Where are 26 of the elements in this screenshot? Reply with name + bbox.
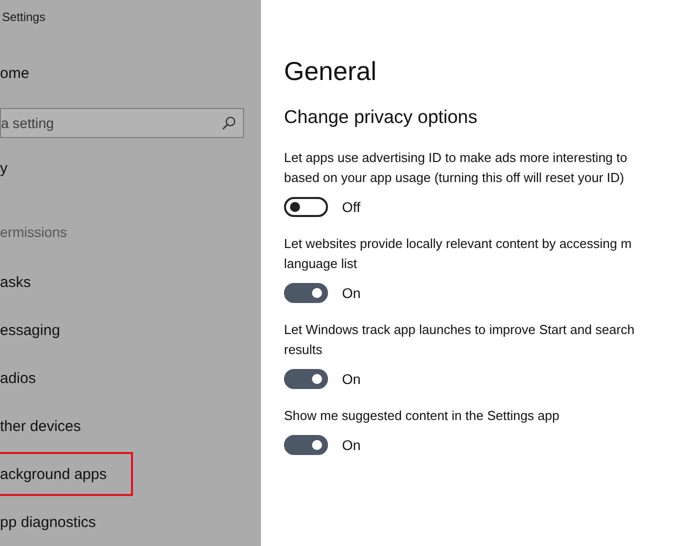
- toggle-state: On: [342, 371, 361, 387]
- page-title: General: [284, 56, 378, 88]
- nav-item[interactable]: pp diagnostics: [0, 512, 96, 532]
- search-icon: [222, 116, 236, 130]
- toggle-state: Off: [342, 199, 360, 215]
- section-heading: ermissions: [0, 224, 68, 242]
- toggle-switch[interactable]: [284, 369, 328, 389]
- option-description: Let websites provide locally relevant content by accessing m language list: [284, 235, 633, 273]
- option-description: Let apps use advertising ID to make ads more interesting to based on your app usage (turning this off will reset your ID): [284, 149, 628, 187]
- home-link[interactable]: ome: [0, 65, 261, 85]
- highlighted-nav-item[interactable]: ackground apps: [0, 454, 131, 494]
- option-description: Show me suggested content in the Settings app: [284, 407, 560, 425]
- toggle-state: On: [342, 285, 361, 301]
- option-description: Let Windows track app launches to improve Start and search results: [284, 321, 636, 359]
- toggle-switch[interactable]: [284, 283, 328, 303]
- nav-item[interactable]: essaging: [0, 320, 60, 340]
- toggle-switch[interactable]: [284, 435, 328, 455]
- nav-item[interactable]: asks: [0, 272, 31, 292]
- toggle-switch[interactable]: [284, 197, 328, 217]
- section-title: Change privacy options: [284, 106, 478, 129]
- toggle-state: On: [342, 437, 361, 453]
- search-field[interactable]: a setting: [0, 108, 244, 138]
- nav-item[interactable]: ther devices: [0, 416, 81, 436]
- nav-item[interactable]: adios: [0, 368, 36, 388]
- nav-item[interactable]: y: [0, 160, 261, 180]
- window-title: Settings: [2, 10, 46, 26]
